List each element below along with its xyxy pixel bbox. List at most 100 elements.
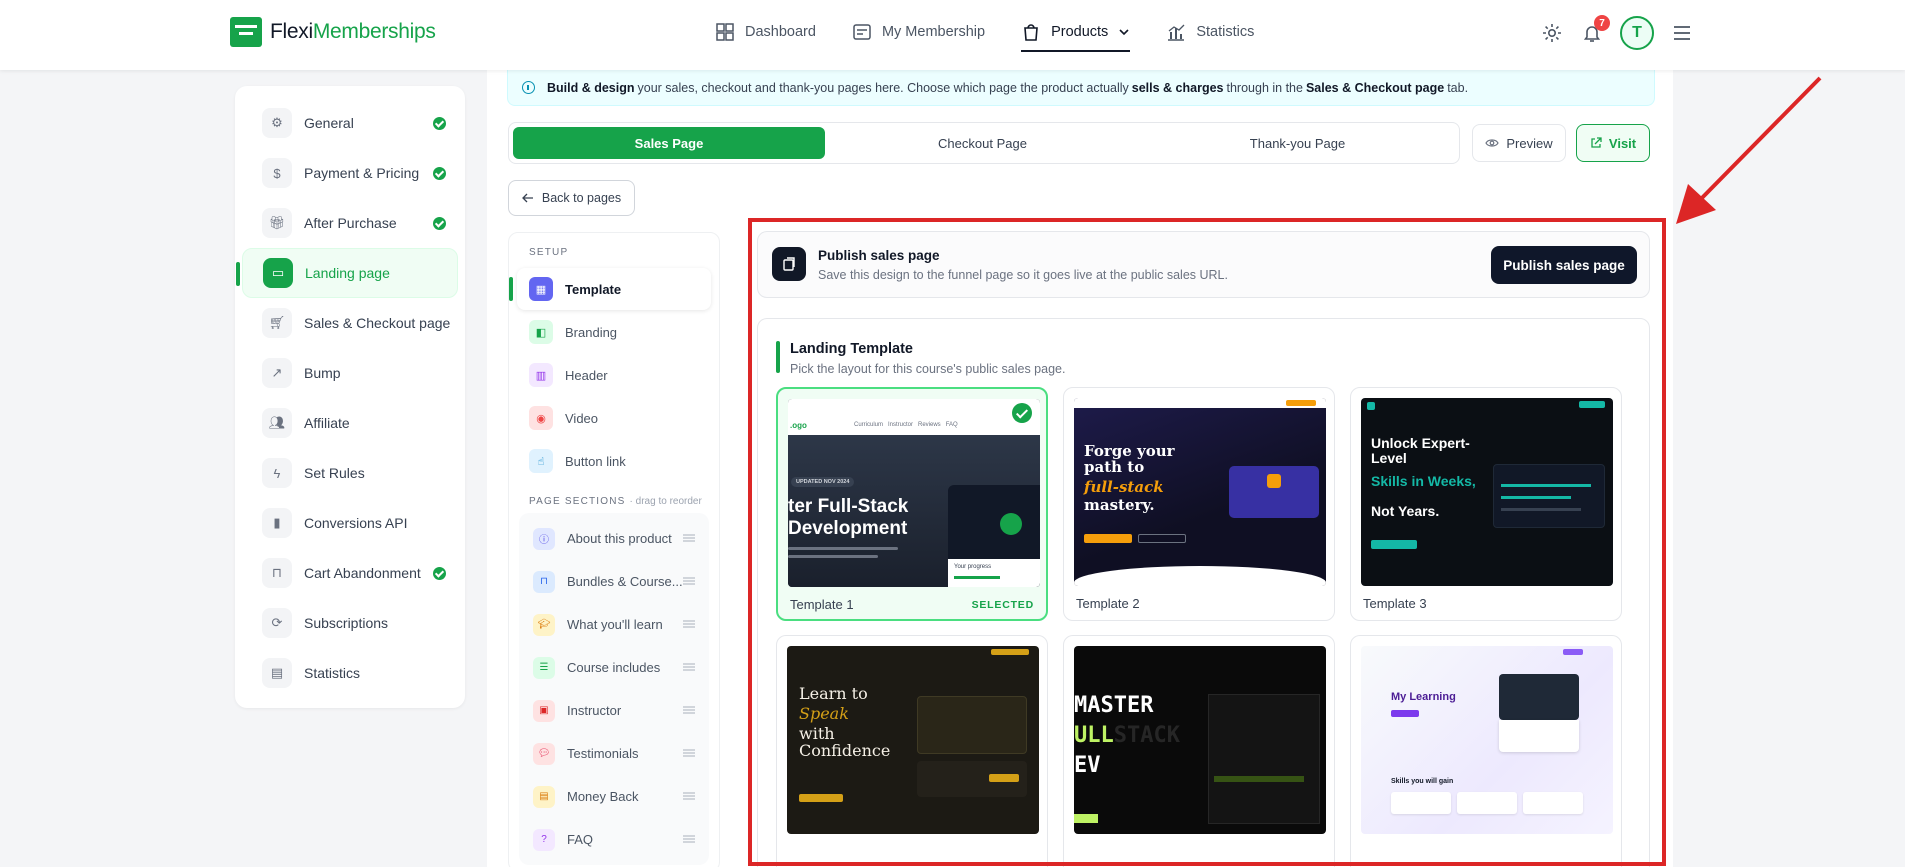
check-icon — [433, 166, 446, 180]
section-instructor[interactable]: ▣ Instructor — [519, 689, 709, 732]
nav-products-label: Products — [1051, 24, 1109, 40]
logo-icon — [230, 17, 262, 47]
chat-icon: 💬︎ — [533, 742, 555, 765]
page-sections-heading: PAGE SECTIONS · drag to reorder — [529, 496, 702, 507]
sidebar-item-subscriptions[interactable]: ⟳ Subscriptions — [242, 598, 458, 648]
grid-icon: ▦ — [529, 277, 553, 301]
sidebar-item-landing-page[interactable]: ▭ Landing page — [236, 248, 458, 298]
sidebar-item-general[interactable]: ⚙ General — [242, 98, 458, 148]
menu-button[interactable] — [1670, 21, 1694, 45]
template-2-name: Template 2 — [1076, 596, 1140, 611]
sidebar-item-conversions-api[interactable]: ▮ Conversions API — [242, 498, 458, 548]
chevron-down-icon — [1119, 29, 1129, 36]
drag-handle-icon[interactable] — [683, 706, 695, 714]
template-card-5[interactable]: MASTER ULLSTACK EV — [1063, 635, 1335, 867]
arrow-left-icon — [521, 193, 533, 203]
nav-statistics[interactable]: Statistics — [1166, 12, 1254, 52]
dashboard-icon — [716, 23, 734, 41]
nav-my-membership[interactable]: My Membership — [852, 12, 985, 52]
bolt-icon: ϟ — [262, 458, 292, 488]
landing-template-subtitle: Pick the layout for this course's public… — [790, 362, 1066, 376]
drag-handle-icon[interactable] — [683, 663, 695, 671]
setup-item-template[interactable]: ▦ Template — [509, 268, 711, 310]
eye-icon — [1485, 139, 1500, 147]
drag-handle-icon[interactable] — [683, 534, 695, 542]
external-link-icon — [1591, 137, 1602, 148]
publish-sales-page-button[interactable]: Publish sales page — [1491, 246, 1637, 284]
brand-logo[interactable]: FlexiMemberships — [230, 17, 436, 47]
tab-sales-page[interactable]: Sales Page — [513, 127, 825, 159]
setup-panel: SETUP ▦ Template ◧ Branding ▥ Header ◉ Video… — [508, 232, 720, 867]
hamburger-icon — [1674, 26, 1690, 40]
graduation-cap-icon: 🎓︎ — [533, 613, 555, 636]
template-1-name: Template 1 — [790, 597, 854, 612]
template-card-6[interactable]: My Learning Skills you will gain — [1350, 635, 1622, 867]
users-icon: 👥︎ — [262, 408, 292, 438]
drag-handle-icon[interactable] — [683, 577, 695, 585]
chart-icon: ▤ — [262, 658, 292, 688]
back-to-pages-button[interactable]: Back to pages — [508, 180, 635, 216]
membership-icon — [853, 24, 871, 40]
sidebar-item-cart-abandonment[interactable]: ⊓ Cart Abandonment — [242, 548, 458, 598]
landing-template-title: Landing Template — [790, 341, 913, 357]
sidebar-item-after-purchase[interactable]: 🎁︎ After Purchase — [242, 198, 458, 248]
check-icon — [433, 216, 446, 230]
sidebar-item-sales-checkout[interactable]: 🛒︎ Sales & Checkout page — [242, 298, 458, 348]
sidebar-item-affiliate[interactable]: 👥︎ Affiliate — [242, 398, 458, 448]
avatar[interactable]: T — [1620, 16, 1654, 50]
setup-item-button-link[interactable]: ☝ Button link — [517, 440, 711, 482]
tab-checkout-page[interactable]: Checkout Page — [825, 127, 1140, 159]
nav-dashboard[interactable]: Dashboard — [715, 12, 816, 52]
tab-thank-you-page[interactable]: Thank-you Page — [1140, 127, 1455, 159]
gift-icon: 🎁︎ — [262, 208, 292, 238]
template-card-1[interactable]: .ogo Curriculum Instructor Reviews FAQ U… — [776, 387, 1048, 621]
section-testimonials[interactable]: 💬︎ Testimonials — [519, 732, 709, 775]
sidebar-item-set-rules[interactable]: ϟ Set Rules — [242, 448, 458, 498]
notifications-button[interactable]: 7 — [1580, 15, 1610, 45]
section-bundles-courses[interactable]: ⊓ Bundles & Course... — [519, 560, 709, 603]
page-tabs: Sales Page Checkout Page Thank-you Page — [508, 122, 1460, 164]
sidebar-item-bump[interactable]: ↗ Bump — [242, 348, 458, 398]
selected-label: SELECTED — [971, 599, 1034, 611]
play-icon — [1000, 513, 1022, 535]
template-card-2[interactable]: Forge your path to full-stack mastery. T… — [1063, 387, 1335, 621]
nav-statistics-label: Statistics — [1196, 24, 1255, 40]
settings-button[interactable] — [1540, 21, 1564, 45]
setup-item-video[interactable]: ◉ Video — [517, 397, 711, 439]
template-1-thumbnail: .ogo Curriculum Instructor Reviews FAQ U… — [788, 399, 1040, 587]
section-money-back[interactable]: ▤ Money Back — [519, 775, 709, 818]
setup-item-header[interactable]: ▥ Header — [517, 354, 711, 396]
palette-icon: ◧ — [529, 320, 553, 344]
publish-title: Publish sales page — [818, 248, 940, 263]
sidebar-item-statistics[interactable]: ▤ Statistics — [242, 648, 458, 698]
visit-button[interactable]: Visit — [1576, 124, 1650, 162]
sidebar-item-payment-pricing[interactable]: $ Payment & Pricing — [242, 148, 458, 198]
template-card-3[interactable]: Unlock Expert-Level Skills in Weeks, Not… — [1350, 387, 1622, 621]
drag-handle-icon[interactable] — [683, 792, 695, 800]
setup-heading: SETUP — [529, 247, 569, 258]
section-course-includes[interactable]: ☰ Course includes — [519, 646, 709, 689]
drag-handle-icon[interactable] — [683, 620, 695, 628]
main-nav: Dashboard My Membership Products Statist… — [715, 0, 1254, 64]
section-about-product[interactable]: ⓘ About this product — [519, 517, 709, 560]
nav-products[interactable]: Products — [1021, 12, 1131, 52]
info-banner: Build & design your sales, checkout and t… — [507, 70, 1655, 106]
section-faq[interactable]: ? FAQ — [519, 818, 709, 861]
publish-icon — [772, 247, 806, 281]
layout-icon: ▥ — [529, 363, 553, 387]
check-icon — [433, 566, 446, 580]
template-card-4[interactable]: Learn to Speak with Confidence — [776, 635, 1048, 867]
drag-handle-icon[interactable] — [683, 749, 695, 757]
setup-item-branding[interactable]: ◧ Branding — [517, 311, 711, 353]
question-icon: ? — [533, 828, 555, 851]
drag-handle-icon[interactable] — [683, 835, 695, 843]
top-navbar: FlexiMemberships Dashboard My Membership… — [0, 0, 1905, 70]
gift-icon: ▤ — [533, 785, 555, 808]
check-icon — [433, 116, 446, 130]
play-icon: ◉ — [529, 406, 553, 430]
preview-button[interactable]: Preview — [1472, 124, 1566, 162]
section-what-youll-learn[interactable]: 🎓︎ What you'll learn — [519, 603, 709, 646]
page-sections-list: ⓘ About this product ⊓ Bundles & Course...… — [519, 513, 709, 865]
shop-icon: ▭ — [263, 258, 293, 288]
publish-card: Publish sales page Save this design to t… — [757, 231, 1650, 298]
